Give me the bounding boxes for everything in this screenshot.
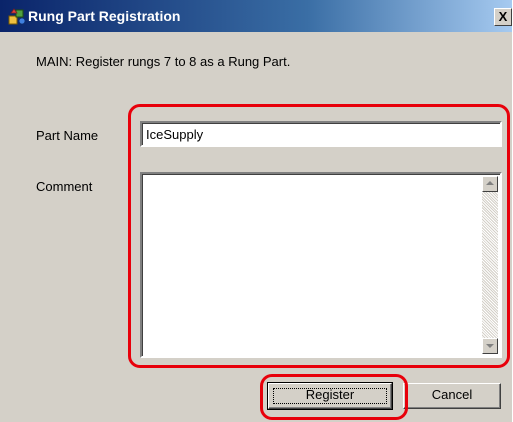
comment-label: Comment [36, 179, 93, 194]
close-button[interactable]: X [494, 8, 512, 26]
part-name-label: Part Name [36, 128, 99, 143]
rung-part-registration-dialog: Rung Part Registration X MAIN: Register … [0, 0, 512, 422]
fields-highlight [128, 104, 510, 368]
cancel-button[interactable]: Cancel [403, 383, 501, 409]
title-bar: Rung Part Registration X [0, 0, 512, 32]
register-highlight [260, 374, 408, 420]
window-title: Rung Part Registration [28, 8, 181, 24]
description-text: MAIN: Register rungs 7 to 8 as a Rung Pa… [36, 54, 291, 69]
rung-part-app-icon [8, 8, 26, 25]
